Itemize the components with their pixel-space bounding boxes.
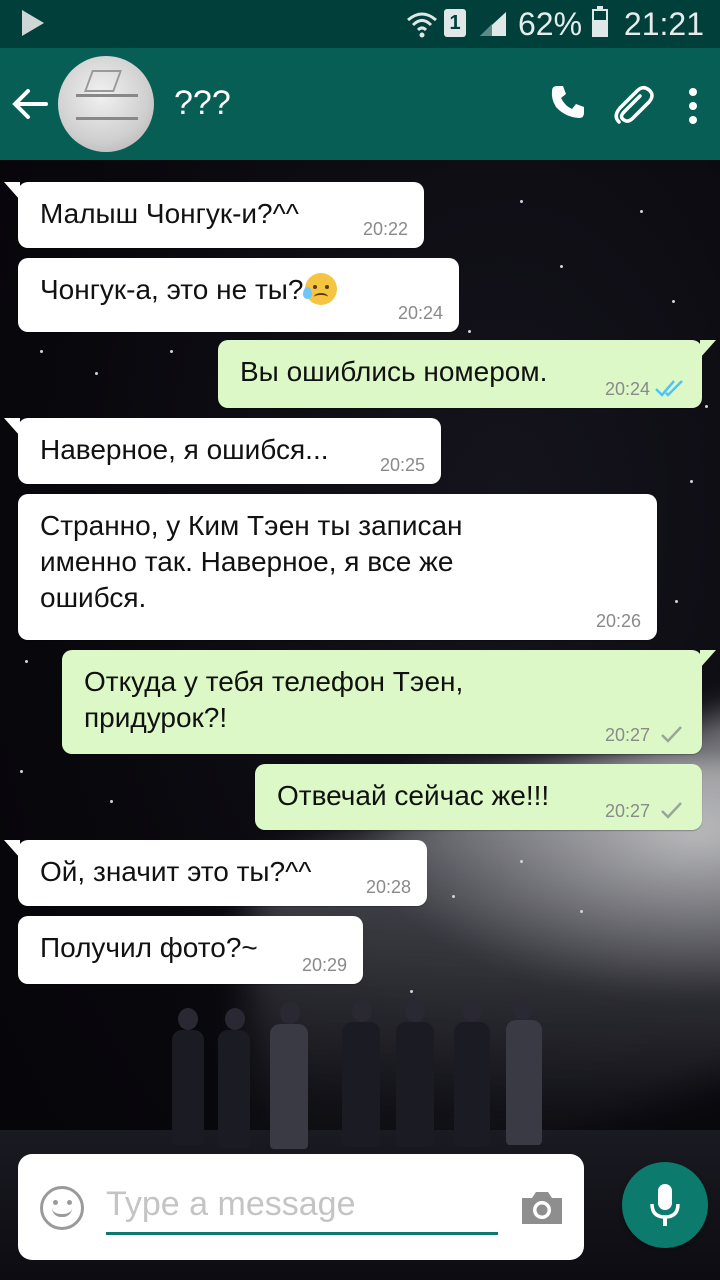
message-time: 20:25	[379, 455, 425, 475]
message-time: 20:22	[362, 219, 408, 239]
message-bubble[interactable]: Малыш Чонгук-и?^^ 20:22	[4, 182, 424, 248]
message-time: 20:29	[301, 955, 347, 975]
sent-tick-icon	[661, 726, 682, 743]
message-bubble[interactable]: Ой, значит это ты?^^ 20:28	[4, 840, 427, 906]
phone-call-icon[interactable]	[548, 82, 588, 122]
message-time: 20:24	[397, 303, 443, 323]
voice-record-button[interactable]	[622, 1162, 708, 1248]
message-text: Ой, значит это ты?^^	[40, 856, 312, 887]
status-bar: 1 62% 21:21	[0, 0, 720, 48]
sent-tick-icon	[661, 802, 682, 819]
read-double-tick-icon	[655, 380, 683, 397]
signal-icon	[480, 12, 506, 36]
message-bubble[interactable]: Наверное, я ошибся... 20:25	[4, 418, 441, 484]
message-bubble[interactable]: Вы ошиблись номером. 20:24	[218, 340, 716, 408]
message-bubble[interactable]: Откуда у тебя телефон Тэен, придурок?! 2…	[62, 650, 716, 754]
status-time: 21:21	[623, 6, 704, 42]
message-input[interactable]	[106, 1176, 498, 1235]
message-time: 20:28	[365, 877, 411, 897]
play-store-icon	[22, 10, 44, 36]
emoji-icon[interactable]	[40, 1186, 84, 1230]
microphone-icon	[650, 1184, 680, 1226]
message-time: 20:26	[595, 611, 641, 631]
camera-icon[interactable]	[518, 1188, 566, 1228]
contact-name[interactable]: ???	[174, 84, 231, 123]
message-text: Чонгук-а, это не ты?	[40, 274, 304, 305]
wifi-icon	[407, 12, 437, 38]
message-bubble[interactable]: Отвечай сейчас же!!! 20:27	[255, 764, 702, 830]
sim-icon: 1	[444, 9, 466, 37]
message-text: Странно, у Ким Тэен ты записан именно та…	[40, 510, 463, 613]
message-time: 20:27	[604, 725, 650, 745]
message-time: 20:24	[604, 379, 650, 399]
message-bubble[interactable]: Получил фото?~ 20:29	[18, 916, 363, 984]
battery-percentage: 62%	[518, 6, 583, 42]
message-bubble[interactable]: Странно, у Ким Тэен ты записан именно та…	[18, 494, 657, 640]
more-options-icon[interactable]	[686, 86, 700, 126]
message-time: 20:27	[604, 801, 650, 821]
message-text: Наверное, я ошибся...	[40, 434, 329, 465]
attach-paperclip-icon[interactable]	[610, 82, 656, 128]
back-arrow-icon[interactable]	[10, 84, 50, 124]
message-text: Получил фото?~	[40, 932, 258, 963]
message-bubble[interactable]: Чонгук-а, это не ты? 20:24	[18, 258, 459, 332]
message-composer	[18, 1154, 584, 1260]
message-text: Откуда у тебя телефон Тэен, придурок?!	[84, 666, 464, 733]
battery-icon	[592, 6, 608, 37]
chat-header: ???	[0, 48, 720, 160]
sad-tear-emoji-icon	[303, 273, 338, 305]
message-text: Малыш Чонгук-и?^^	[40, 198, 299, 229]
contact-avatar[interactable]	[58, 56, 154, 152]
